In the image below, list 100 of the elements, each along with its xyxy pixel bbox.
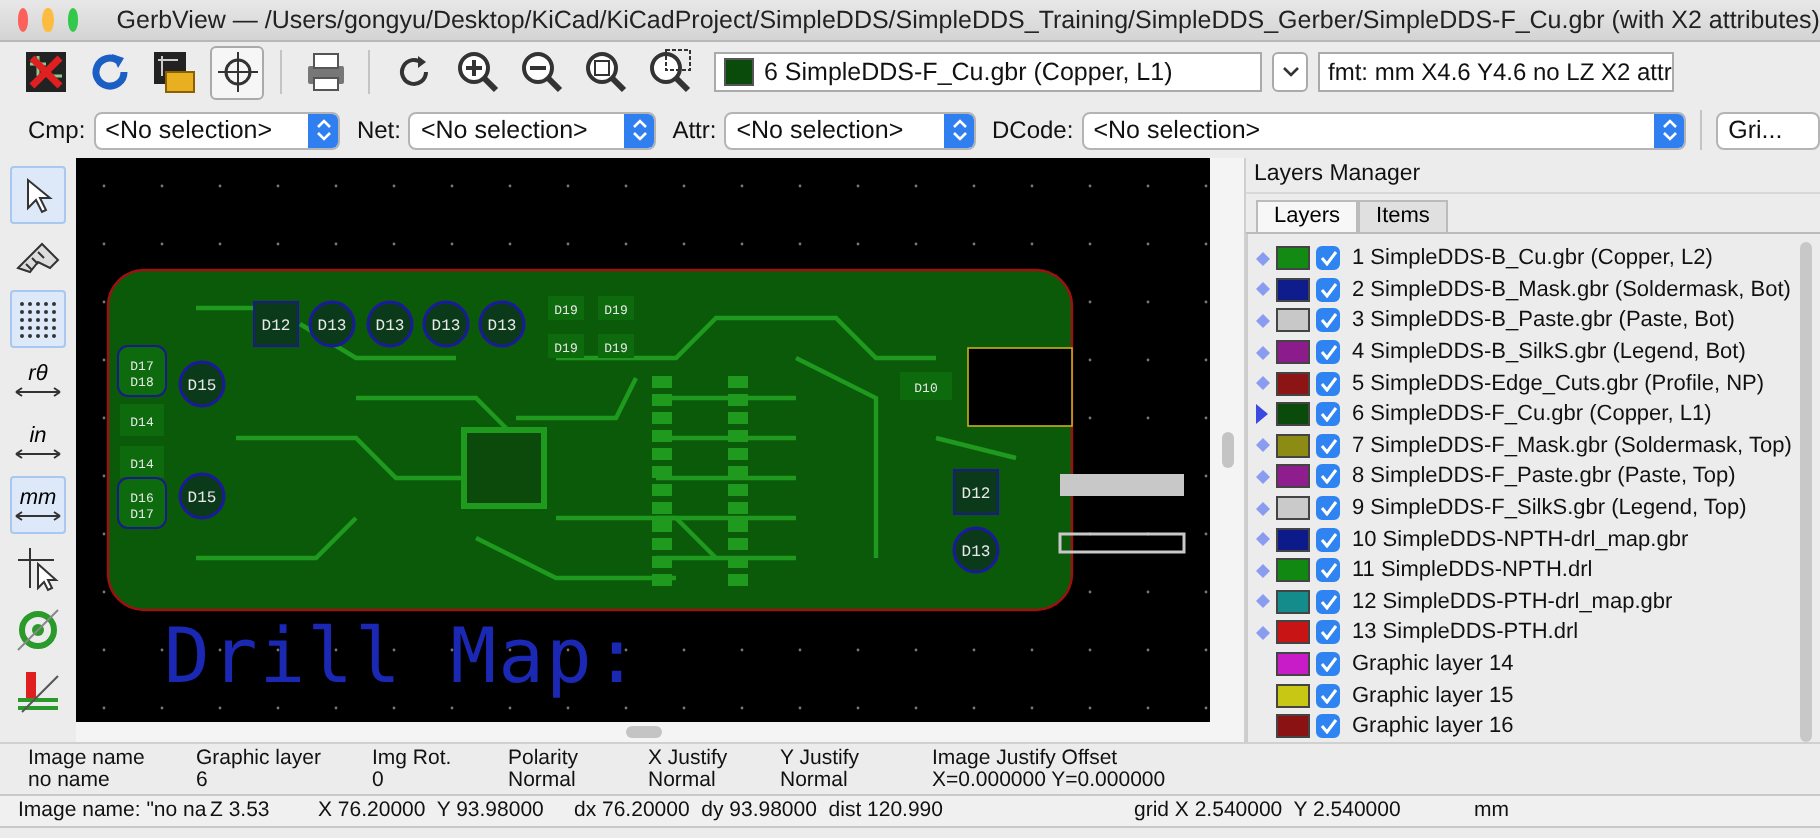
info-label: Img Rot. xyxy=(372,748,454,770)
layer-name[interactable]: 13 SimpleDDS-PTH.drl xyxy=(1352,620,1579,645)
filter-dropdown[interactable]: <No selection> xyxy=(1081,111,1687,149)
dropdown-button[interactable] xyxy=(1272,52,1308,92)
layer-color-swatch[interactable] xyxy=(1276,371,1310,396)
layer-name[interactable]: 8 SimpleDDS-F_Paste.gbr (Paste, Top) xyxy=(1352,464,1736,489)
layer-color-swatch[interactable] xyxy=(1276,246,1310,271)
polar-tool-button[interactable]: rθ xyxy=(10,352,66,410)
layer-color-swatch[interactable] xyxy=(1276,558,1310,583)
layer-name[interactable]: 3 SimpleDDS-B_Paste.gbr (Paste, Bot) xyxy=(1352,308,1735,333)
filter-dropdown[interactable]: <No selection> xyxy=(724,111,976,149)
diamond-icon xyxy=(1255,438,1269,453)
layer-color-swatch[interactable] xyxy=(1276,589,1310,614)
visibility-checkbox[interactable] xyxy=(1316,402,1340,427)
pad xyxy=(366,300,414,348)
layer-name[interactable]: 4 SimpleDDS-B_SilkS.gbr (Legend, Bot) xyxy=(1352,340,1746,365)
filter-label: Attr: xyxy=(672,116,717,144)
visibility-checkbox[interactable] xyxy=(1316,558,1340,583)
layer-name[interactable]: Graphic layer 16 xyxy=(1352,714,1514,739)
visibility-checkbox[interactable] xyxy=(1316,433,1340,458)
tab[interactable]: Items xyxy=(1358,199,1448,231)
layer-color-swatch[interactable] xyxy=(1276,402,1310,427)
grid-tool-button[interactable] xyxy=(10,290,66,348)
layer-color-swatch[interactable] xyxy=(1276,308,1310,333)
visibility-checkbox[interactable] xyxy=(1316,589,1340,614)
visibility-checkbox[interactable] xyxy=(1316,246,1340,271)
layer-color-swatch[interactable] xyxy=(1276,496,1310,521)
pad xyxy=(117,345,167,397)
panel-title: Layers Manager xyxy=(1246,158,1820,193)
visibility-checkbox[interactable] xyxy=(1316,308,1340,333)
diamond-icon xyxy=(1255,469,1269,484)
display-dropdown[interactable]: Gri... xyxy=(1716,111,1820,149)
pad xyxy=(548,334,584,358)
pad xyxy=(308,300,356,348)
layer-color-swatch[interactable] xyxy=(1276,620,1310,645)
info-label: Polarity xyxy=(508,748,581,770)
tab[interactable]: Layers xyxy=(1256,199,1359,231)
visibility-checkbox[interactable] xyxy=(1316,340,1340,365)
layer-color-swatch[interactable] xyxy=(1276,277,1310,302)
visibility-checkbox[interactable] xyxy=(1316,464,1340,489)
visibility-checkbox[interactable] xyxy=(1316,683,1340,708)
drill-map-title: Drill Map: xyxy=(164,612,642,700)
layer-color-swatch[interactable] xyxy=(1276,433,1310,458)
layer-color-swatch[interactable] xyxy=(1276,683,1310,708)
status-text: mm xyxy=(1474,796,1511,826)
visibility-checkbox[interactable] xyxy=(1316,277,1340,302)
filter-label: DCode: xyxy=(992,116,1074,144)
pointer-tool-button[interactable] xyxy=(10,166,66,224)
pad-label: D13 xyxy=(961,544,991,562)
layer-name[interactable]: 2 SimpleDDS-B_Mask.gbr (Soldermask, Bot) xyxy=(1352,277,1791,302)
board-slot xyxy=(967,347,1073,427)
double-arrow-icon xyxy=(14,448,62,460)
info-value: 6 xyxy=(196,770,208,792)
layer-color-swatch[interactable] xyxy=(1276,464,1310,489)
layer-color-swatch[interactable] xyxy=(1276,714,1310,739)
layer-name[interactable]: 5 SimpleDDS-Edge_Cuts.gbr (Profile, NP) xyxy=(1352,371,1765,396)
layer-color-swatch[interactable] xyxy=(1276,340,1310,365)
scrollbar-thumb[interactable] xyxy=(1800,241,1812,741)
visibility-checkbox[interactable] xyxy=(1316,620,1340,645)
mm-tool-button[interactable]: mm xyxy=(10,476,66,534)
inch-tool-button[interactable]: in xyxy=(10,414,66,472)
pad-label: D13 xyxy=(431,318,461,336)
filter-dropdown[interactable]: <No selection> xyxy=(93,111,341,149)
layer-color-swatch[interactable] xyxy=(1276,527,1310,552)
layer-name[interactable]: 9 SimpleDDS-F_SilkS.gbr (Legend, Top) xyxy=(1352,496,1747,521)
info-label: Y Justify xyxy=(780,748,861,770)
pad xyxy=(952,526,1000,574)
layer-name[interactable]: 6 SimpleDDS-F_Cu.gbr (Copper, L1) xyxy=(1352,402,1712,427)
crosshair-button[interactable] xyxy=(210,45,264,99)
visibility-checkbox[interactable] xyxy=(1316,527,1340,552)
visibility-checkbox[interactable] xyxy=(1316,652,1340,677)
layer-name[interactable]: 7 SimpleDDS-F_Mask.gbr (Soldermask, Top) xyxy=(1352,433,1792,458)
pad xyxy=(598,334,634,358)
layer-name[interactable]: Graphic layer 14 xyxy=(1352,652,1514,677)
visibility-checkbox[interactable] xyxy=(1316,371,1340,396)
visibility-checkbox[interactable] xyxy=(1316,714,1340,739)
layer-dropdown[interactable]: 6 SimpleDDS-F_Cu.gbr (Copper, L1) xyxy=(714,52,1262,92)
zoom-out-icon xyxy=(517,48,565,96)
layer-name[interactable]: 10 SimpleDDS-NPTH-drl_map.gbr xyxy=(1352,527,1689,552)
layer-name[interactable]: Graphic layer 15 xyxy=(1352,683,1514,708)
layer-name[interactable]: 12 SimpleDDS-PTH-drl_map.gbr xyxy=(1352,589,1673,614)
stepper-arrows-icon xyxy=(631,118,648,142)
layer-name[interactable]: 1 SimpleDDS-B_Cu.gbr (Copper, L2) xyxy=(1352,246,1713,271)
scrollbar-thumb[interactable] xyxy=(1221,432,1233,468)
filter-label: Cmp: xyxy=(28,116,86,144)
visibility-checkbox[interactable] xyxy=(1316,496,1340,521)
pad-label: D12 xyxy=(261,318,291,336)
info-label: X Justify xyxy=(648,748,730,770)
board-cross-icon xyxy=(21,48,69,96)
pad xyxy=(422,300,470,348)
pad-label: D13 xyxy=(487,318,517,336)
stepper-arrows-icon xyxy=(315,118,332,142)
diamond-icon xyxy=(1255,532,1269,547)
filter-dropdown[interactable]: <No selection> xyxy=(408,111,657,149)
layer-name[interactable]: 11 SimpleDDS-NPTH.drl xyxy=(1352,558,1593,583)
current-layer-arrow-icon xyxy=(1256,404,1268,425)
diamond-icon xyxy=(1255,625,1269,640)
layer-color-swatch[interactable] xyxy=(1276,652,1310,677)
stepper-arrows-icon xyxy=(1661,118,1678,142)
scrollbar-thumb[interactable] xyxy=(625,726,661,738)
